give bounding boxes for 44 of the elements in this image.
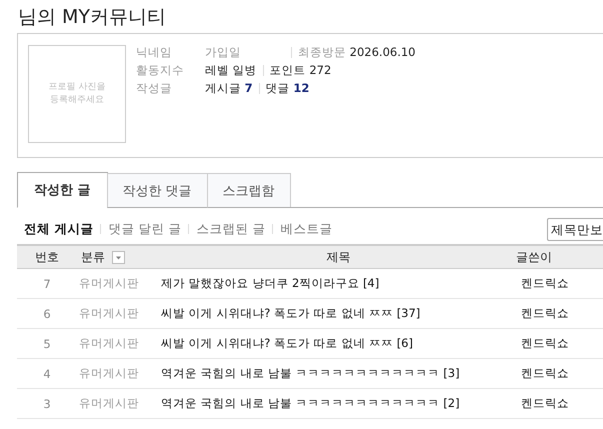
column-header: 제목 — [161, 245, 516, 268]
info-value: 가입일 — [205, 45, 242, 60]
table-cell: 유머게시판 — [77, 388, 161, 418]
post-title-link[interactable]: 역겨운 국힘의 내로 남불 ㅋㅋㅋㅋㅋㅋㅋㅋㅋㅋㅋㅋ [2] — [161, 396, 460, 410]
view-select[interactable]: 제목만보 — [547, 218, 603, 240]
post-title-link[interactable]: 씨발 이게 시위대냐? 폭도가 따로 없네 ㅉㅉ [6] — [161, 336, 413, 350]
table-cell: 켄드릭쇼 — [516, 268, 603, 298]
info-value: 댓글 12 — [266, 81, 310, 96]
column-header: 번호 — [17, 245, 77, 268]
info-value: 포인트 272 — [270, 63, 332, 78]
filter-link[interactable]: 전체 게시글 — [20, 220, 98, 238]
info-value: 최종방문 2026.06.10 — [298, 45, 416, 60]
info-label: 닉네임 — [136, 45, 173, 60]
table-cell: 3 — [17, 388, 77, 418]
table-cell: 유머게시판 — [77, 328, 161, 358]
column-header: 글쓴이 — [516, 245, 603, 268]
column-header: 분류 — [77, 245, 161, 268]
table-cell: 유머게시판 — [77, 268, 161, 298]
table-cell: 켄드릭쇼 — [516, 388, 603, 418]
info-value: 레벨 일병 — [205, 63, 257, 78]
info-value: 게시글 7 — [205, 81, 253, 96]
post-title-link[interactable]: 씨발 이게 시위대냐? 폭도가 따로 없네 ㅉㅉ [37] — [161, 306, 420, 320]
table-cell: 6 — [17, 298, 77, 328]
table-cell: 켄드릭쇼 — [516, 298, 603, 328]
table-cell: 유머게시판 — [77, 298, 161, 328]
tab[interactable]: 작성한 댓글 — [106, 173, 208, 208]
table-cell: 유머게시판 — [77, 358, 161, 388]
filter-link[interactable]: 댓글 달린 글 — [104, 220, 186, 238]
info-label: 작성글 — [136, 81, 173, 96]
table-cell: 켄드릭쇼 — [516, 328, 603, 358]
filter-link[interactable]: 베스트글 — [276, 220, 336, 238]
table-cell: 7 — [17, 268, 77, 298]
table-cell: 켄드릭쇼 — [516, 358, 603, 388]
photo-placeholder-text: 프로필 사진을 등록해주세요 — [48, 81, 106, 107]
filter-link[interactable]: 스크랩된 글 — [192, 220, 270, 238]
post-title-link[interactable]: 제가 말했잖아요 냥더쿠 2찍이라구요 [4] — [161, 276, 380, 290]
tab[interactable]: 작성한 글 — [17, 172, 108, 208]
post-title-link[interactable]: 역겨운 국힘의 내로 남불 ㅋㅋㅋㅋㅋㅋㅋㅋㅋㅋㅋㅋ [3] — [161, 366, 460, 380]
page-title: 님의 MY커뮤니티 — [17, 5, 168, 30]
info-label: 활동지수 — [136, 63, 185, 78]
table-cell: 4 — [17, 358, 77, 388]
dropdown-icon[interactable] — [112, 250, 125, 264]
tab[interactable]: 스크랩함 — [206, 173, 291, 208]
table-cell: 5 — [17, 328, 77, 358]
